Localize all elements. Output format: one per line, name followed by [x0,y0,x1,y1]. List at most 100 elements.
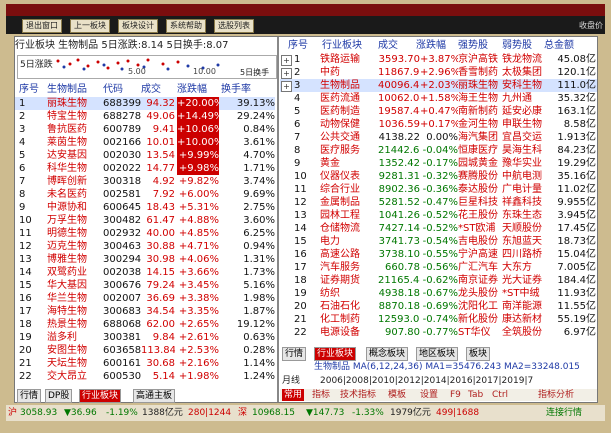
rcol-strong[interactable]: 强势股 [458,39,488,53]
left-cell: 华大基因 [47,280,87,291]
right-cell: 安科生物 [502,80,542,91]
right-cell: 医疗服务 [320,145,360,156]
right-cell: 1.913亿 [557,132,596,143]
sz-pct: -1.33% [352,408,384,418]
exit-window-button[interactable]: 退出窗口 [22,19,62,33]
left-cell: 3 [19,124,26,135]
nav-settings[interactable]: 设置 [420,389,438,401]
tab-quote[interactable]: 行情 [17,389,42,403]
right-cell: 15.04亿 [557,249,596,260]
right-cell: 4938.18 [378,288,420,299]
sh-counts: 280|1244 [188,408,232,418]
nav-tab[interactable]: Tab [468,389,483,401]
left-cell: 13.54 [146,150,175,161]
nav-indicator[interactable]: 指标 [312,389,330,401]
right-cell: 9.955亿 [557,197,596,208]
left-cell: 16 [19,293,32,304]
rtab-quote[interactable]: 行情 [282,347,307,361]
yaxis-label: 月线 [282,376,301,386]
system-help-button[interactable]: 系统帮助 [166,19,206,33]
left-cell: +3.66% [178,267,219,278]
right-cell: 天顺股份 [502,223,542,234]
left-cell: 1.24% [243,371,275,382]
col-code[interactable]: 代码 [103,83,123,97]
right-cell: 11.02亿 [557,184,596,195]
expand-icon[interactable]: + [281,68,292,79]
left-cell: 300482 [103,215,141,226]
right-cell: 163.1亿 [557,106,596,117]
left-cell: 30.68 [146,358,175,369]
right-cell: 35.16亿 [557,171,596,182]
rtab-region[interactable]: 地区板块 [416,347,459,361]
col-name[interactable]: 生物制品 [47,83,87,97]
left-cell: 18 [19,319,32,330]
sh-label: 沪 [8,408,18,418]
left-cell: 20 [19,345,32,356]
left-cell: +1.98% [178,371,219,382]
right-cell: 11867.99 [378,67,420,78]
left-cell: 达安基因 [47,150,87,161]
right-cell: 南洋能源 [502,301,542,312]
expand-icon[interactable]: + [281,81,292,92]
right-cell: 太极集团 [502,67,542,78]
right-cell: -0.77% [422,327,458,338]
right-cell: 18.73亿 [557,236,596,247]
nav-f9[interactable]: F9 [450,389,461,401]
nav-tech-indicator[interactable]: 技术指标 [340,389,376,401]
left-cell: 6.25% [243,228,275,239]
left-cell: 30.98 [146,254,175,265]
col-price[interactable]: 成交 [141,83,161,97]
rtab-board[interactable]: 板块 [466,347,491,361]
col-change[interactable]: 涨跌幅 [177,83,207,97]
left-cell: 7.92 [152,189,175,200]
left-cell: 特宝生物 [47,111,87,122]
left-cell: 博雅生物 [47,254,87,265]
right-cell: *ST中绒 [502,288,540,299]
rcol-weak[interactable]: 弱势股 [502,39,532,53]
expand-icon[interactable]: + [281,55,292,66]
corner-label: 收盘价 [579,21,603,30]
sz-value: 10968.15 [252,408,295,418]
right-cell: 35.32亿 [557,93,596,104]
left-cell: 600530 [103,371,141,382]
left-cell: 0.28% [243,345,275,356]
nav-common[interactable]: 常用 [282,389,305,401]
right-cell: 18 [294,275,307,286]
col-index[interactable]: 序号 [19,83,39,97]
board-design-button[interactable]: 板块设计 [118,19,158,33]
col-turnover[interactable]: 换手率 [221,83,251,97]
left-cell: 8 [19,189,26,200]
nav-template[interactable]: 模板 [388,389,406,401]
nav-analysis[interactable]: 指标分析 [538,389,574,401]
left-cell: 10 [19,215,32,226]
right-cell: -0.36% [422,184,458,195]
left-cell: 300463 [103,241,141,252]
rtab-concept[interactable]: 概念板块 [366,347,409,361]
connection-status[interactable]: 连接行情 [546,405,582,421]
left-cell: 688068 [103,319,141,330]
tab-industry[interactable]: 行业板块 [79,389,122,403]
left-cell: 海特生物 [47,306,87,317]
left-cell: +4.71% [178,241,219,252]
rcol-amount[interactable]: 总金额 [544,39,574,53]
right-cell: 184.4亿 [557,275,596,286]
nav-ctrl[interactable]: Ctrl [492,389,508,401]
right-cell: 9 [294,158,301,169]
left-cell: +10.00% [177,136,219,149]
rcol-board[interactable]: 行业板块 [322,39,362,53]
rcol-change[interactable]: 涨跌幅 [416,39,446,53]
left-cell: 5 [19,150,26,161]
sz-label: 深 [238,408,248,418]
left-cell: 万孚生物 [47,215,87,226]
right-cell: 21 [294,314,307,325]
tab-dp[interactable]: DP股 [45,389,73,403]
rtab-industry[interactable]: 行业板块 [314,347,357,361]
rcol-volume[interactable]: 成交 [378,39,398,53]
prev-board-button[interactable]: 上一板块 [70,19,110,33]
left-cell: 300676 [103,280,141,291]
rcol-index[interactable]: 序号 [288,39,308,53]
stock-list-button[interactable]: 选股列表 [214,19,254,33]
year-axis: 月线 2006|2008|2010|2012|2014|2016|2017|20… [280,375,597,387]
tab-main[interactable]: 高通主板 [133,389,176,403]
left-cell: 1.98% [243,293,275,304]
